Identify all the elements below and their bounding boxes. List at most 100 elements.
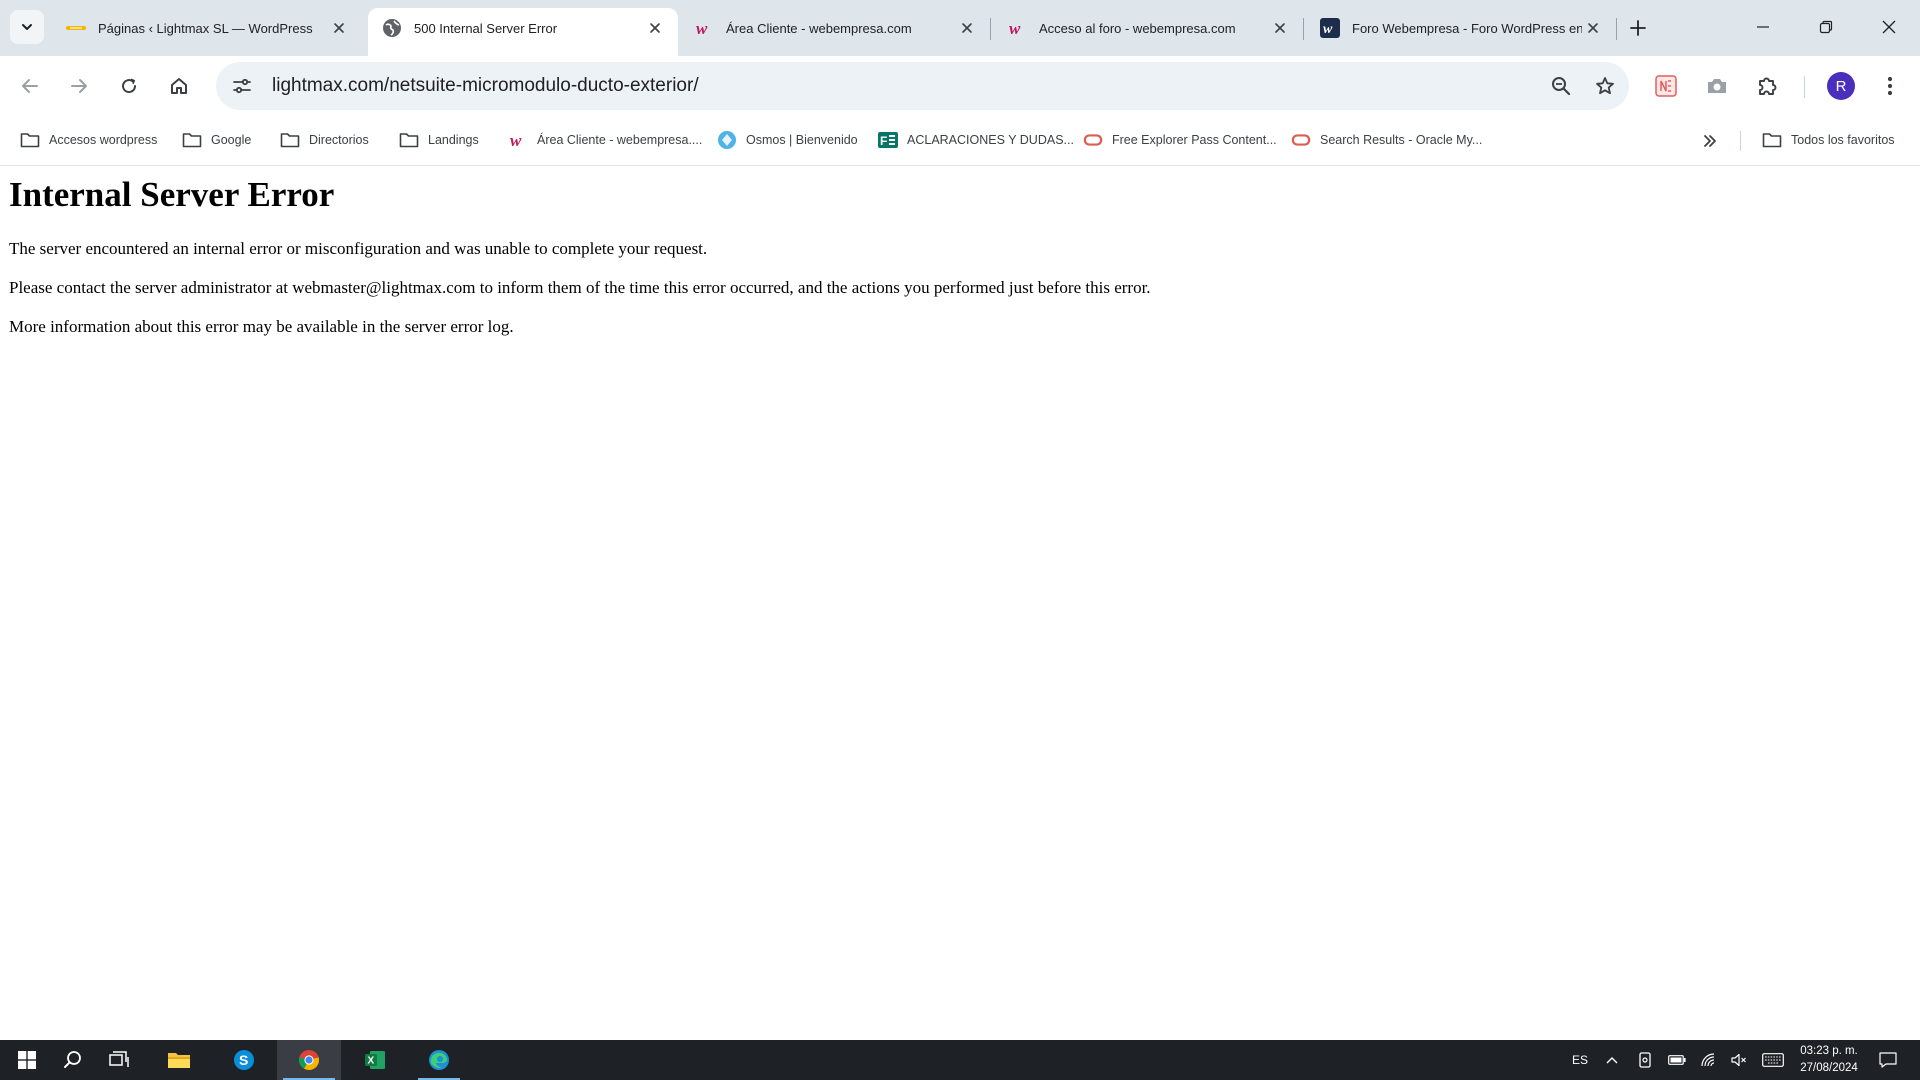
extension-camera-button[interactable] — [1697, 66, 1737, 106]
volume-button[interactable] — [1726, 1040, 1752, 1080]
skype-button[interactable]: S — [217, 1040, 271, 1080]
svg-text:S: S — [239, 1052, 248, 1068]
all-bookmarks-folder[interactable]: Todos los favoritos — [1756, 125, 1901, 155]
tab-title: Área Cliente - webempresa.com — [726, 20, 912, 36]
tab-title: Páginas ‹ Lightmax SL — WordPress — [98, 20, 313, 36]
star-icon[interactable] — [1585, 66, 1625, 106]
double-chevron-right-icon — [1702, 134, 1718, 148]
restore-button[interactable] — [1795, 0, 1857, 54]
tab-separator — [1616, 18, 1617, 40]
bookmark-label: ACLARACIONES Y DUDAS... — [907, 133, 1074, 147]
task-view-icon — [109, 1051, 129, 1069]
site-info-icon[interactable] — [222, 66, 262, 106]
tab-area-cliente[interactable]: w Área Cliente - webempresa.com — [680, 8, 990, 48]
tab-acceso-foro[interactable]: w Acceso al foro - webempresa.com — [993, 8, 1303, 48]
arrow-left-icon — [21, 77, 39, 95]
folder-icon — [280, 130, 300, 150]
reload-icon — [120, 77, 138, 95]
home-button[interactable] — [159, 66, 199, 106]
bookmark-label: Free Explorer Pass Content... — [1112, 133, 1277, 147]
oracle-icon — [1291, 130, 1311, 150]
close-icon[interactable] — [1269, 17, 1291, 39]
home-icon — [169, 76, 189, 96]
address-bar[interactable] — [216, 62, 1629, 110]
profile-button[interactable]: R — [1821, 66, 1861, 106]
language-indicator[interactable]: ES — [1566, 1040, 1594, 1080]
bookmark-label: Área Cliente - webempresa.... — [537, 133, 703, 147]
taskbar: S X ES 03:23 p. m. 27/08/2024 — [0, 1040, 1920, 1080]
keyboard-icon — [1762, 1053, 1784, 1067]
show-hidden-icons-button[interactable] — [1600, 1040, 1624, 1080]
chrome-button[interactable] — [277, 1040, 341, 1080]
svg-text:F: F — [880, 134, 887, 148]
edge-button[interactable] — [412, 1040, 466, 1080]
tab-separator — [1303, 18, 1304, 40]
task-view-button[interactable] — [92, 1040, 146, 1080]
notification-icon — [1879, 1052, 1897, 1068]
tab-500-error[interactable]: 500 Internal Server Error — [368, 8, 678, 56]
pdf-extension-icon — [1655, 75, 1677, 97]
puzzle-icon — [1756, 75, 1778, 97]
bookmark-free-explorer-pass[interactable]: Free Explorer Pass Content... — [1077, 125, 1283, 155]
minimize-icon — [1756, 20, 1770, 34]
menu-button[interactable] — [1870, 66, 1910, 106]
svg-text:w: w — [510, 131, 522, 150]
network-button[interactable] — [1696, 1040, 1722, 1080]
tab-wordpress-paginas[interactable]: Páginas ‹ Lightmax SL — WordPress — [52, 8, 362, 48]
new-tab-button[interactable] — [1622, 12, 1654, 44]
zoom-icon[interactable] — [1541, 66, 1581, 106]
url-input[interactable] — [272, 75, 1541, 97]
arrow-right-icon — [70, 77, 88, 95]
bookmark-area-cliente[interactable]: w Área Cliente - webempresa.... — [502, 125, 708, 155]
battery-button[interactable] — [1664, 1040, 1690, 1080]
excel-button[interactable]: X — [348, 1040, 402, 1080]
meet-now-button[interactable] — [1634, 1040, 1656, 1080]
bookmark-aclaraciones[interactable]: F ACLARACIONES Y DUDAS... — [872, 125, 1080, 155]
file-explorer-button[interactable] — [152, 1040, 206, 1080]
svg-text:w: w — [696, 19, 708, 38]
back-button[interactable] — [10, 66, 50, 106]
close-icon[interactable] — [328, 17, 350, 39]
bookmark-accesos-wordpress[interactable]: Accesos wordpress — [14, 125, 163, 155]
error-log-message: More information about this error may be… — [9, 317, 514, 336]
wifi-icon — [1701, 1053, 1717, 1067]
extensions-button[interactable] — [1747, 66, 1787, 106]
bookmark-google[interactable]: Google — [176, 125, 257, 155]
bookmark-landings[interactable]: Landings — [393, 125, 485, 155]
forward-button[interactable] — [59, 66, 99, 106]
webempresa-icon: w — [508, 130, 528, 150]
skype-icon: S — [233, 1049, 255, 1071]
bookmark-osmos[interactable]: Osmos | Bienvenido — [711, 125, 864, 155]
touch-keyboard-button[interactable] — [1758, 1040, 1788, 1080]
language-label: ES — [1571, 1053, 1588, 1067]
minimize-button[interactable] — [1732, 0, 1794, 54]
extension-pdf-button[interactable] — [1646, 66, 1686, 106]
folder-icon — [182, 130, 202, 150]
tab-title: Foro Webempresa - Foro WordPress en espa… — [1352, 20, 1582, 36]
osmos-icon — [717, 130, 737, 150]
bookmarks-divider — [1740, 131, 1741, 151]
close-icon[interactable] — [1582, 17, 1604, 39]
error-message: The server encountered an internal error… — [9, 239, 708, 258]
webempresa-dark-icon: w — [1320, 18, 1340, 38]
tab-search-button[interactable] — [10, 10, 44, 44]
tab-foro-webempresa[interactable]: w Foro Webempresa - Foro WordPress en es… — [1306, 8, 1616, 48]
close-window-button[interactable] — [1858, 0, 1920, 54]
tab-strip: Páginas ‹ Lightmax SL — WordPress 500 In… — [0, 0, 1920, 56]
bookmark-search-results-oracle[interactable]: Search Results - Oracle My... — [1285, 125, 1488, 155]
lightmax-favicon-icon — [66, 18, 86, 38]
close-icon[interactable] — [644, 17, 666, 39]
chevron-up-icon — [1606, 1056, 1618, 1064]
clock[interactable]: 03:23 p. m. 27/08/2024 — [1790, 1043, 1868, 1079]
bookmark-label: Google — [211, 133, 252, 147]
close-icon[interactable] — [956, 17, 978, 39]
svg-text:X: X — [368, 1056, 375, 1067]
search-icon — [63, 1050, 83, 1070]
notifications-button[interactable] — [1872, 1040, 1904, 1080]
reload-button[interactable] — [109, 66, 149, 106]
bookmark-directorios[interactable]: Directorios — [274, 125, 375, 155]
svg-text:w: w — [1323, 22, 1333, 37]
windows-icon — [18, 1051, 36, 1069]
more-bookmarks-button[interactable] — [1694, 126, 1726, 156]
device-icon — [1638, 1052, 1652, 1068]
